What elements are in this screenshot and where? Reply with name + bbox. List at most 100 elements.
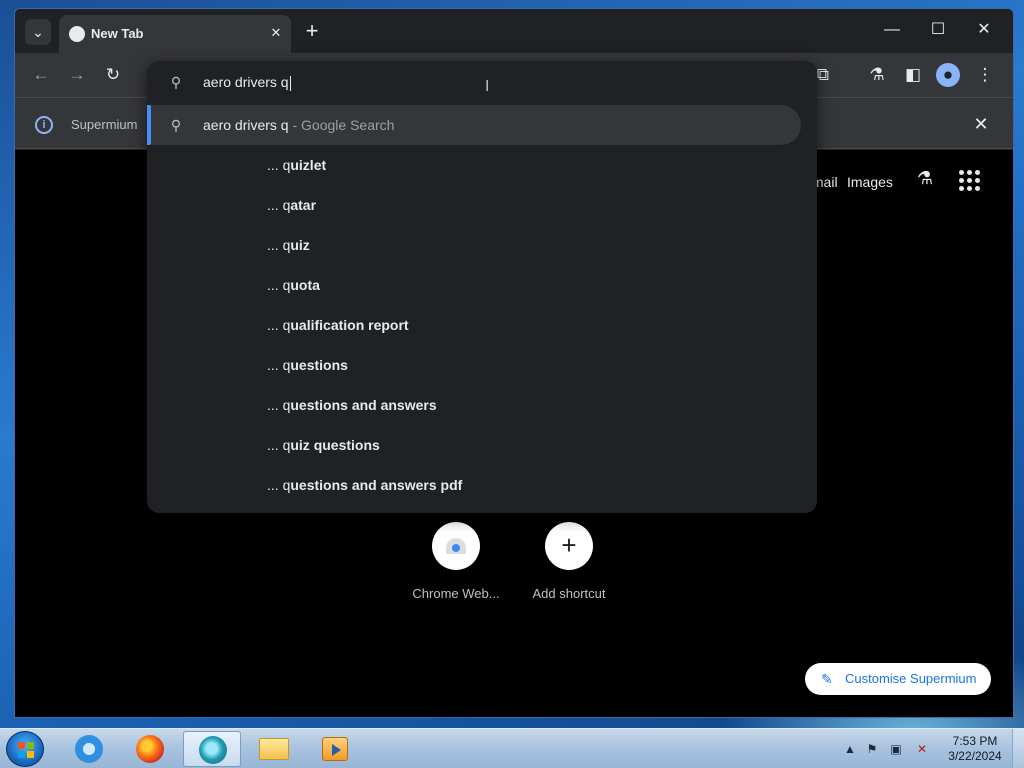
puzzle-icon: ⧉ bbox=[816, 65, 830, 84]
omnibox-input-value: aero drivers q bbox=[203, 74, 289, 90]
shortcut-label: Chrome Web... bbox=[412, 586, 500, 601]
close-icon: ✕ bbox=[977, 21, 991, 38]
suggestion-completion: uestions and answers pdf bbox=[290, 477, 463, 493]
suggestion-prefix: ... bbox=[267, 277, 283, 293]
network-icon[interactable]: ▣ bbox=[888, 741, 904, 757]
side-panel-button[interactable]: ◧ bbox=[901, 63, 925, 87]
suggestion-text: aero drivers q - Google Search bbox=[203, 117, 394, 133]
suggestion-completion: uiz bbox=[290, 237, 310, 253]
title-bar: ⌄ New Tab ✕ + — ☐ ✕ bbox=[15, 9, 1013, 53]
labs-icon[interactable]: ⚗ bbox=[913, 168, 937, 192]
suggestion-prefix: ... bbox=[267, 237, 283, 253]
new-tab-button[interactable]: + bbox=[299, 19, 325, 45]
show-hidden-icons-button[interactable]: ▲ bbox=[842, 741, 858, 757]
suggestion-prefix: ... bbox=[267, 197, 283, 213]
back-button[interactable]: ← bbox=[29, 63, 53, 87]
suggestion-completion: uota bbox=[290, 277, 320, 293]
images-link[interactable]: Images bbox=[847, 174, 893, 190]
action-center-flag-icon[interactable]: ⚑ bbox=[864, 741, 880, 757]
suggestion-item[interactable]: ... quiz questions bbox=[147, 425, 817, 465]
side-panel-icon: ◧ bbox=[904, 65, 922, 84]
apps-grid-icon[interactable] bbox=[959, 170, 981, 192]
flask-icon: ⚗ bbox=[869, 65, 885, 84]
customise-button[interactable]: ✎ Customise Supermium bbox=[805, 663, 991, 695]
minimize-icon: — bbox=[884, 21, 900, 38]
window-close-button[interactable]: ✕ bbox=[969, 17, 999, 43]
globe-icon bbox=[69, 26, 85, 42]
suggestion-list: ... quizlet ... qatar ... quiz ... quota… bbox=[147, 145, 817, 505]
show-desktop-button[interactable] bbox=[1012, 729, 1024, 768]
omnibox-dropdown: ⚲ aero drivers q I ⚲ aero drivers q - Go… bbox=[147, 61, 817, 513]
tab-title: New Tab bbox=[91, 26, 144, 41]
plus-icon: + bbox=[305, 18, 319, 43]
firefox-icon bbox=[136, 735, 164, 763]
reload-button[interactable]: ↻ bbox=[101, 63, 125, 87]
suggestion-item[interactable]: ... qatar bbox=[147, 185, 817, 225]
info-bar-close-button[interactable]: ✕ bbox=[969, 112, 993, 136]
info-icon: i bbox=[35, 116, 53, 134]
suggestion-item[interactable]: ... quota bbox=[147, 265, 817, 305]
kebab-menu-icon: ⋮ bbox=[976, 65, 994, 84]
tab-search-button[interactable]: ⌄ bbox=[25, 19, 51, 45]
taskbar: ▲ ⚑ ▣ ✕ 7:53 PM 3/22/2024 bbox=[0, 728, 1024, 768]
plus-icon: + bbox=[561, 530, 577, 560]
suggestion-item[interactable]: ... questions and answers bbox=[147, 385, 817, 425]
suggestion-google-search[interactable]: ⚲ aero drivers q - Google Search bbox=[147, 105, 801, 145]
info-bar-text: Supermium bbox=[71, 117, 138, 132]
suggestion-completion: uestions bbox=[290, 357, 348, 373]
customise-label: Customise Supermium bbox=[845, 671, 977, 686]
shortcut-tile: + bbox=[545, 522, 593, 570]
suggestion-suffix: - Google Search bbox=[288, 117, 395, 133]
suggestion-prefix: ... bbox=[267, 157, 283, 173]
windows-logo-icon bbox=[18, 742, 34, 758]
suggestion-item[interactable]: ... questions and answers pdf bbox=[147, 465, 817, 505]
taskbar-internet-explorer[interactable] bbox=[60, 731, 118, 767]
minimize-button[interactable]: — bbox=[877, 17, 907, 43]
tab-close-button[interactable]: ✕ bbox=[267, 24, 285, 42]
omnibox-input[interactable]: aero drivers q bbox=[203, 74, 291, 91]
taskbar-supermium[interactable] bbox=[183, 731, 241, 767]
profile-button[interactable]: ● bbox=[936, 63, 960, 87]
search-icon: ⚲ bbox=[170, 117, 182, 133]
taskbar-clock[interactable]: 7:53 PM 3/22/2024 bbox=[944, 734, 1006, 764]
menu-button[interactable]: ⋮ bbox=[973, 63, 997, 87]
close-icon: ✕ bbox=[270, 25, 282, 40]
forward-button[interactable]: → bbox=[65, 63, 89, 87]
suggestion-item[interactable]: ... qualification report bbox=[147, 305, 817, 345]
suggestion-item[interactable]: ... quizlet bbox=[147, 145, 817, 185]
shortcut-chrome-web-store[interactable]: Chrome Web... bbox=[401, 522, 511, 601]
suggestion-prefix: ... bbox=[267, 397, 283, 413]
suggestion-completion: uizlet bbox=[290, 157, 327, 173]
taskbar-media-player[interactable] bbox=[306, 731, 364, 767]
avatar-icon: ● bbox=[942, 65, 954, 84]
shortcut-label: Add shortcut bbox=[532, 586, 606, 601]
volume-muted-icon[interactable]: ✕ bbox=[914, 741, 930, 757]
start-button[interactable] bbox=[6, 731, 44, 767]
media-player-icon bbox=[322, 737, 348, 761]
address-bar[interactable]: ⚲ aero drivers q I bbox=[147, 61, 817, 105]
maximize-button[interactable]: ☐ bbox=[923, 17, 953, 43]
web-store-icon bbox=[446, 538, 466, 554]
taskbar-file-explorer[interactable] bbox=[245, 731, 303, 767]
ibeam-cursor-icon: I bbox=[485, 78, 490, 95]
reload-icon: ↻ bbox=[105, 65, 121, 84]
suggestion-prefix: ... bbox=[267, 437, 283, 453]
suggestion-prefix: ... bbox=[267, 317, 283, 333]
suggestion-prefix: ... bbox=[267, 477, 283, 493]
arrow-left-icon: ← bbox=[32, 65, 50, 84]
add-shortcut-button[interactable]: + Add shortcut bbox=[514, 522, 624, 601]
internet-explorer-icon bbox=[75, 735, 103, 763]
chevron-down-icon: ⌄ bbox=[32, 24, 44, 40]
text-caret bbox=[289, 75, 291, 91]
suggestion-completion: ualification report bbox=[290, 317, 409, 333]
close-icon: ✕ bbox=[973, 114, 989, 134]
suggestion-item[interactable]: ... quiz bbox=[147, 225, 817, 265]
search-icon: ⚲ bbox=[170, 74, 182, 90]
clock-time: 7:53 PM bbox=[952, 734, 998, 748]
suggestion-item[interactable]: ... questions bbox=[147, 345, 817, 385]
taskbar-firefox[interactable] bbox=[121, 731, 179, 767]
tab-new-tab[interactable]: New Tab ✕ bbox=[59, 15, 291, 53]
supermium-icon bbox=[199, 736, 227, 764]
suggestion-prefix: ... bbox=[267, 357, 283, 373]
labs-button[interactable]: ⚗ bbox=[865, 63, 889, 87]
